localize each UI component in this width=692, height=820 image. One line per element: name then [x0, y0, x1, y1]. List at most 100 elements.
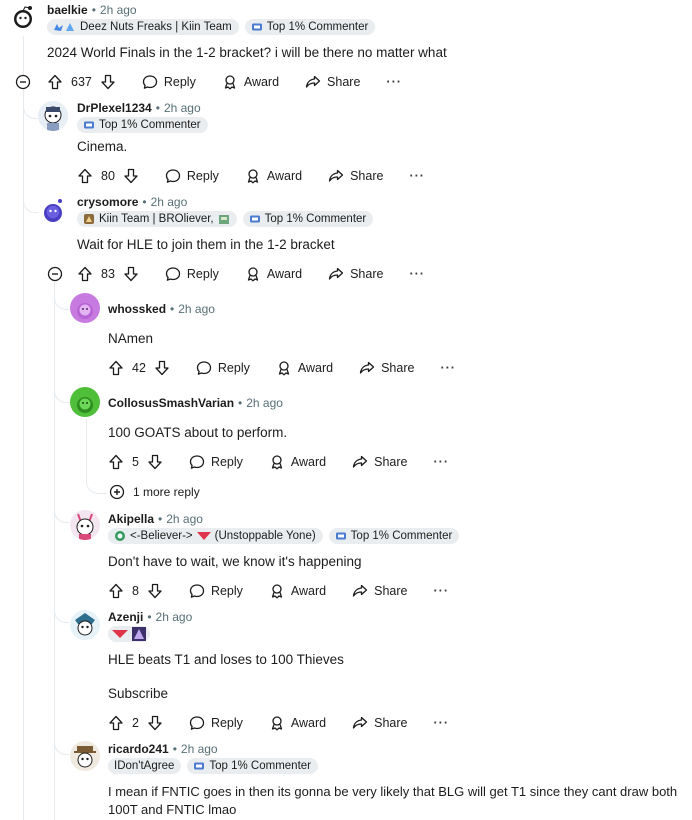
award-button[interactable]: Award [269, 583, 326, 599]
username[interactable]: ricardo241 [108, 742, 169, 756]
top-commenter-badge: Top 1% Commenter [77, 117, 208, 133]
timestamp[interactable]: 2h ago [181, 742, 218, 756]
upvote-icon[interactable] [108, 360, 124, 376]
user-flair: Kiin Team | BROliever, [77, 211, 237, 227]
reply-button[interactable]: Reply [189, 583, 243, 599]
comment-body-line: Subscribe [108, 686, 169, 701]
share-icon [328, 168, 344, 184]
comment-body: 100 GOATS about to perform. [108, 425, 288, 440]
award-button[interactable]: Award [269, 715, 326, 731]
comment-body-line: 100T and FNTIC lmao [108, 802, 237, 817]
share-button[interactable]: Share [328, 266, 383, 282]
team-logo-icon [115, 531, 125, 541]
user-flair: Deez Nuts Freaks | Kiin Team [47, 19, 239, 35]
upvote-icon[interactable] [77, 266, 93, 282]
award-icon [245, 266, 261, 282]
collapse-icon[interactable] [15, 74, 31, 90]
thread-elbow [54, 380, 69, 403]
downvote-icon[interactable] [147, 715, 163, 731]
top-commenter-badge: Top 1% Commenter [244, 19, 376, 35]
reply-button[interactable]: Reply [165, 266, 219, 282]
user-flair: IDon'tAgree [108, 758, 182, 774]
downvote-icon[interactable] [123, 266, 139, 282]
reply-icon [165, 168, 181, 184]
vote-count: 637 [71, 75, 92, 89]
avatar[interactable] [70, 293, 100, 323]
reply-button[interactable]: Reply [165, 168, 219, 184]
more-options-button[interactable]: ··· [409, 267, 425, 281]
thread-elbow [54, 730, 69, 755]
upvote-icon[interactable] [108, 454, 124, 470]
downvote-icon[interactable] [154, 360, 170, 376]
avatar[interactable] [70, 510, 100, 540]
more-options-button[interactable]: ··· [440, 361, 456, 375]
collapse-icon[interactable] [47, 266, 63, 282]
snoo-avatar [77, 397, 93, 413]
username[interactable]: DrPlexel1234 [77, 101, 152, 115]
upvote-icon[interactable] [108, 583, 124, 599]
username[interactable]: baelkie [47, 3, 88, 17]
username[interactable]: Akipella [108, 512, 154, 526]
top-commenter-icon [249, 213, 261, 225]
username[interactable]: whossked [108, 302, 166, 316]
downvote-icon[interactable] [147, 454, 163, 470]
timestamp[interactable]: 2h ago [246, 396, 283, 410]
meta-separator: • [91, 3, 96, 17]
share-button[interactable]: Share [328, 168, 383, 184]
more-replies-label: 1 more reply [133, 485, 200, 499]
reply-button[interactable]: Reply [196, 360, 250, 376]
share-icon [305, 74, 321, 90]
avatar[interactable] [8, 2, 38, 32]
share-button[interactable]: Share [352, 715, 408, 731]
meta-separator: • [172, 742, 177, 756]
comment-body: HLE beats T1 and loses to 100 Thieves [108, 652, 344, 667]
more-options-button[interactable]: ··· [409, 169, 425, 183]
top-commenter-badge: Top 1% Commenter [242, 211, 374, 227]
downvote-icon[interactable] [147, 583, 163, 599]
share-button[interactable]: Share [359, 360, 414, 376]
award-button[interactable]: Award [222, 74, 279, 90]
upvote-icon[interactable] [77, 168, 93, 184]
expand-icon [109, 484, 125, 500]
more-options-button[interactable]: ··· [434, 584, 450, 598]
snoo-avatar [8, 2, 38, 32]
more-replies-link[interactable]: 1 more reply [109, 484, 200, 500]
award-button[interactable]: Award [269, 454, 326, 470]
timestamp[interactable]: 2h ago [164, 101, 201, 115]
avatar[interactable] [38, 195, 68, 225]
upvote-icon[interactable] [108, 715, 124, 731]
reply-icon [189, 583, 205, 599]
share-button[interactable]: Share [305, 74, 360, 90]
award-button[interactable]: Award [245, 266, 302, 282]
share-button[interactable]: Share [352, 583, 408, 599]
share-button[interactable]: Share [352, 454, 408, 470]
reply-button[interactable]: Reply [142, 74, 196, 90]
upvote-icon[interactable] [47, 74, 63, 90]
username[interactable]: Azenji [108, 610, 143, 624]
timestamp[interactable]: 2h ago [178, 302, 215, 316]
more-options-button[interactable]: ··· [386, 75, 402, 89]
flair-text: IDon'tAgree [114, 760, 175, 772]
comment-body: Cinema. [77, 139, 128, 154]
avatar[interactable] [38, 101, 68, 131]
timestamp[interactable]: 2h ago [100, 3, 137, 17]
team-logo-icon [84, 214, 94, 224]
avatar[interactable] [70, 741, 100, 771]
award-button[interactable]: Award [276, 360, 333, 376]
username[interactable]: crysomore [77, 195, 138, 209]
reply-icon [196, 360, 212, 376]
avatar[interactable] [70, 387, 100, 417]
more-options-button[interactable]: ··· [434, 455, 450, 469]
more-options-button[interactable]: ··· [434, 716, 450, 730]
timestamp[interactable]: 2h ago [166, 512, 203, 526]
downvote-icon[interactable] [123, 168, 139, 184]
username[interactable]: CollosusSmashVarian [108, 396, 234, 410]
downvote-icon[interactable] [100, 74, 116, 90]
avatar[interactable] [70, 610, 100, 640]
user-avatar-icon [74, 746, 96, 768]
timestamp[interactable]: 2h ago [156, 610, 193, 624]
award-button[interactable]: Award [245, 168, 302, 184]
reply-button[interactable]: Reply [189, 715, 243, 731]
timestamp[interactable]: 2h ago [151, 195, 188, 209]
reply-button[interactable]: Reply [189, 454, 243, 470]
